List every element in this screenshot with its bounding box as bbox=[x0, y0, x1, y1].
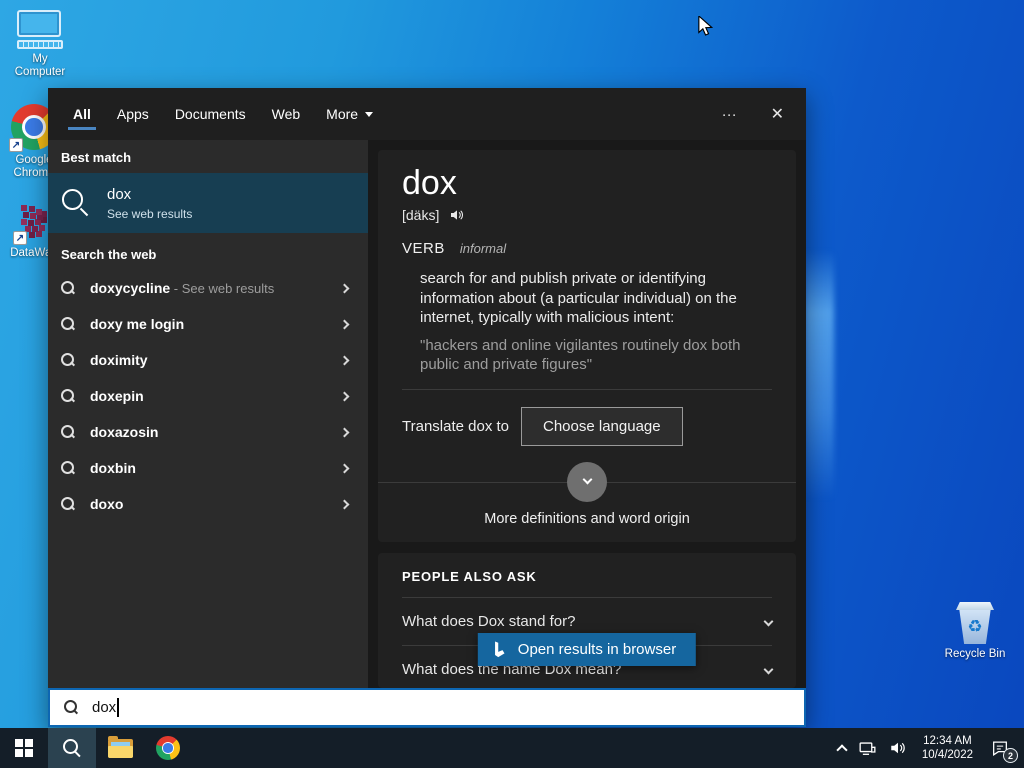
recycle-glyph: ♻ bbox=[967, 617, 983, 636]
suggestion-doxbin[interactable]: doxbin bbox=[48, 450, 368, 486]
search-icon bbox=[64, 700, 79, 715]
register-label: informal bbox=[459, 241, 507, 256]
suggestion-doximity[interactable]: doximity bbox=[48, 342, 368, 378]
search-icon bbox=[62, 738, 82, 758]
search-the-web-header: Search the web bbox=[61, 247, 157, 262]
suggestion-doxepin[interactable]: doxepin bbox=[48, 378, 368, 414]
recycle-bin-icon: ♻ bbox=[956, 602, 994, 644]
taskbar-clock[interactable]: 12:34 AM 10/4/2022 bbox=[913, 734, 982, 762]
windows-logo-icon bbox=[15, 739, 33, 757]
tray-overflow-button[interactable] bbox=[832, 728, 852, 768]
search-results-column: Best match dox See web results Search th… bbox=[48, 140, 368, 688]
folder-icon bbox=[107, 735, 133, 758]
clock-date: 10/4/2022 bbox=[921, 749, 973, 761]
definition-text: search for and publish private or identi… bbox=[420, 270, 737, 326]
translate-label: Translate dox to bbox=[402, 417, 509, 435]
chevron-right-icon bbox=[339, 427, 350, 437]
close-button[interactable]: ✕ bbox=[761, 100, 794, 128]
tab-apps[interactable]: Apps bbox=[117, 88, 149, 140]
search-icon bbox=[61, 352, 76, 368]
clock-time: 12:34 AM bbox=[923, 735, 972, 747]
taskbar: 12:34 AM 10/4/2022 2 bbox=[0, 728, 1024, 768]
best-match-title: dox bbox=[107, 185, 132, 203]
chevron-up-icon bbox=[836, 743, 848, 756]
speaker-icon[interactable] bbox=[449, 207, 465, 223]
bing-icon bbox=[495, 641, 505, 658]
search-icon bbox=[61, 388, 76, 404]
more-definitions-link[interactable]: More definitions and word origin bbox=[402, 503, 772, 541]
example-text: "hackers and online vigilantes routinely… bbox=[420, 336, 741, 374]
search-icon bbox=[61, 496, 76, 512]
desktop-icon-label: Recycle Bin bbox=[944, 648, 1006, 660]
definition-card: dox [däks] VERB informal search for and … bbox=[378, 150, 796, 542]
search-icon bbox=[62, 189, 90, 217]
tab-web[interactable]: Web bbox=[272, 88, 301, 140]
choose-language-button[interactable]: Choose language bbox=[521, 406, 683, 446]
search-icon bbox=[61, 316, 76, 332]
chevron-down-icon bbox=[365, 111, 374, 117]
shortcut-arrow-icon: ↗ bbox=[11, 139, 21, 151]
file-explorer-button[interactable] bbox=[96, 728, 144, 768]
open-results-in-browser-button[interactable]: Open results in browser bbox=[477, 633, 697, 666]
system-tray: 12:34 AM 10/4/2022 2 bbox=[832, 728, 1024, 768]
tab-all[interactable]: All bbox=[68, 88, 96, 140]
suggestion-doxazosin[interactable]: doxazosin bbox=[48, 414, 368, 450]
suggestion-doxycycline[interactable]: doxycycline - See web results bbox=[48, 270, 368, 306]
chevron-down-icon bbox=[763, 664, 774, 675]
speaker-icon bbox=[891, 742, 905, 754]
pronunciation: [däks] bbox=[402, 207, 440, 223]
search-icon bbox=[61, 460, 76, 476]
part-of-speech: VERB bbox=[402, 240, 445, 257]
chevron-right-icon bbox=[339, 319, 350, 329]
tab-more[interactable]: More bbox=[326, 88, 374, 140]
search-icon bbox=[61, 424, 76, 440]
search-tabs-bar: All Apps Documents Web More ··· ✕ bbox=[48, 88, 806, 140]
chevron-down-icon bbox=[763, 616, 774, 627]
best-match-subtitle: See web results bbox=[107, 206, 193, 221]
network-tray-button[interactable] bbox=[852, 728, 883, 768]
options-ellipsis-button[interactable]: ··· bbox=[712, 102, 747, 127]
network-icon bbox=[859, 741, 876, 755]
chevron-right-icon bbox=[339, 283, 350, 293]
best-match-header: Best match bbox=[61, 150, 132, 165]
chrome-icon bbox=[156, 736, 180, 760]
desktop-icon-my-computer[interactable]: My Computer bbox=[7, 10, 73, 79]
volume-tray-button[interactable] bbox=[883, 728, 913, 768]
action-center-button[interactable]: 2 bbox=[982, 728, 1024, 768]
suggestion-doxo[interactable]: doxo bbox=[48, 486, 368, 522]
definition-word: dox bbox=[402, 164, 457, 202]
search-input-value: dox bbox=[92, 699, 117, 716]
search-icon bbox=[61, 280, 76, 296]
search-preview-column: dox [däks] VERB informal search for and … bbox=[368, 140, 806, 688]
desktop-icon-label: My Computer bbox=[14, 53, 66, 78]
search-input[interactable]: dox bbox=[48, 688, 806, 727]
expand-definitions-button[interactable] bbox=[567, 461, 607, 502]
best-match-result[interactable]: dox See web results bbox=[48, 173, 368, 233]
wallpaper-light-beam bbox=[804, 250, 834, 500]
tab-documents[interactable]: Documents bbox=[175, 88, 246, 140]
windows-search-panel: All Apps Documents Web More ··· ✕ Best m… bbox=[48, 88, 806, 727]
chevron-right-icon bbox=[339, 463, 350, 473]
chevron-right-icon bbox=[339, 391, 350, 401]
shortcut-arrow-icon: ↗ bbox=[15, 232, 25, 244]
chrome-taskbar-button[interactable] bbox=[144, 728, 192, 768]
notification-badge: 2 bbox=[1003, 748, 1018, 763]
desktop-icon-recycle-bin[interactable]: ♻ Recycle Bin bbox=[942, 602, 1008, 661]
people-also-ask-header: PEOPLE ALSO ASK bbox=[402, 569, 537, 584]
chevron-right-icon bbox=[339, 355, 350, 365]
taskbar-search-button[interactable] bbox=[48, 728, 96, 768]
my-computer-icon bbox=[17, 10, 63, 49]
chevron-down-icon bbox=[582, 474, 592, 485]
chevron-right-icon bbox=[339, 499, 350, 509]
text-caret bbox=[117, 698, 119, 717]
people-also-ask-card: PEOPLE ALSO ASK What does Dox stand for?… bbox=[378, 553, 796, 688]
suggestion-doxy-me-login[interactable]: doxy me login bbox=[48, 306, 368, 342]
start-button[interactable] bbox=[0, 728, 48, 768]
